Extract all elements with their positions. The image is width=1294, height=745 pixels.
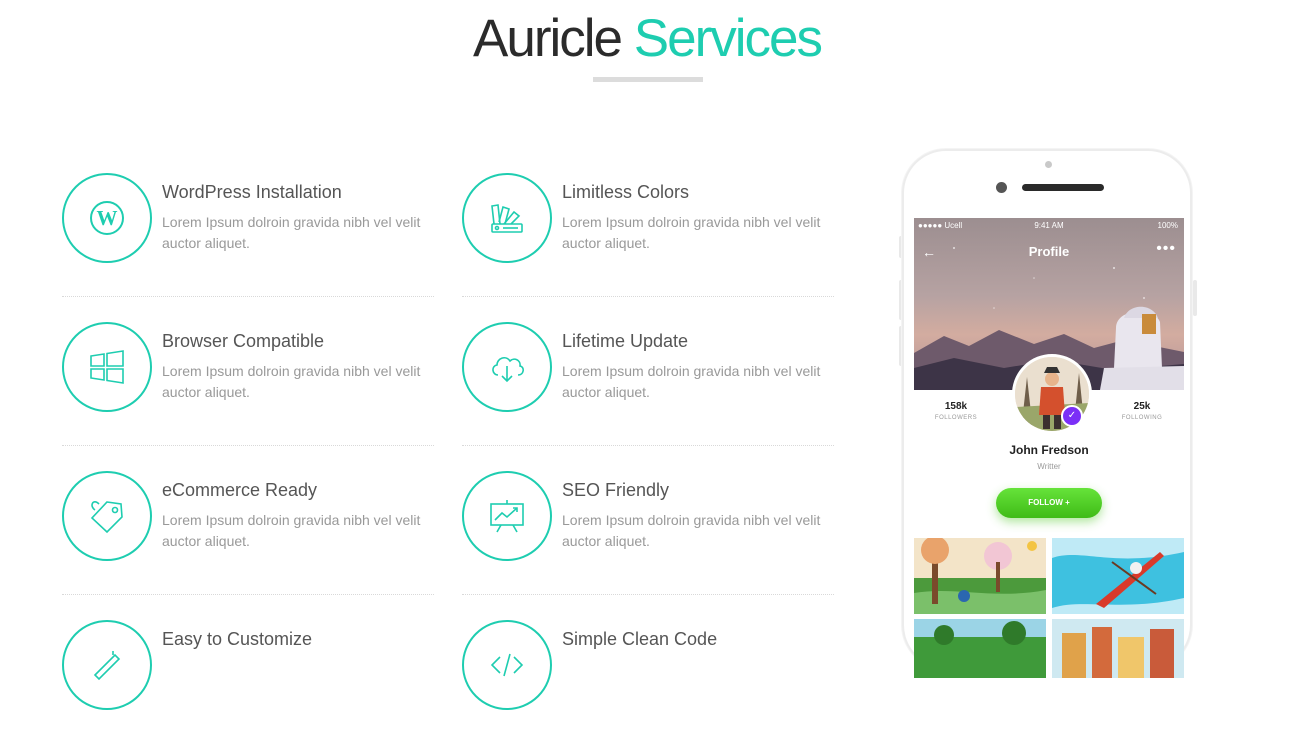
customize-icon [62,620,152,710]
windows-icon [62,322,152,412]
svg-text:W: W [97,206,118,230]
divider [462,445,834,446]
verified-badge-icon: ✓ [1061,405,1083,427]
phone-power-button [1193,280,1197,316]
phone-front-camera [996,182,1007,193]
presentation-chart-icon [462,471,552,561]
phone-sensor [1045,161,1052,168]
profile-nav-bar: ← Profile ••• [914,240,1184,264]
feature-title: Easy to Customize [162,629,313,649]
feature-description: Lorem Ipsum dolroin gravida nibh vel vel… [562,363,821,400]
status-bar: ●●●●● Ucell 9:41 AM 100% [914,218,1184,234]
status-battery: 100% [1157,221,1178,230]
gallery-image-city[interactable] [1052,619,1184,678]
divider [62,594,434,595]
divider [462,594,834,595]
feature-title: SEO Friendly [562,480,670,500]
following-label: FOLLOWING [1121,415,1163,421]
feature-description: Lorem Ipsum dolroin gravida nibh vel vel… [562,512,821,549]
feature-seo-friendly: SEO Friendly Lorem Ipsum dolroin gravida… [462,447,834,596]
cloud-download-icon [462,322,552,412]
feature-limitless-colors: Limitless Colors Lorem Ipsum dolroin gra… [462,149,834,298]
feature-lifetime-update: Lifetime Update Lorem Ipsum dolroin grav… [462,298,834,447]
feature-description: Lorem Ipsum dolroin gravida nibh vel vel… [162,214,421,251]
color-swatch-icon [462,173,552,263]
feature-description: Lorem Ipsum dolroin gravida nibh vel vel… [562,214,821,251]
following-count: 25k [1133,401,1151,412]
followers-count: 158k [944,401,968,412]
followers-label: FOLLOWERS [934,415,978,421]
section-title: Auricle Services [0,8,1294,70]
status-time: 9:41 AM [1034,221,1064,230]
gallery-image-kayak[interactable] [1052,538,1184,614]
follow-button[interactable]: FOLLOW + [996,488,1102,518]
divider [62,296,434,297]
feature-wordpress-installation: W WordPress Installation Lorem Ipsum dol… [62,149,434,298]
wordpress-icon: W [62,173,152,263]
feature-title: WordPress Installation [162,182,342,202]
profile-name: John Fredson [1009,443,1089,457]
phone-screen: ●●●●● Ucell 9:41 AM 100% ← Profile ••• ✓ [914,218,1184,678]
title-word-services: Services [633,9,823,68]
feature-ecommerce-ready: eCommerce Ready Lorem Ipsum dolroin grav… [62,447,434,596]
title-word-auricle: Auricle [473,9,623,68]
following-stat[interactable]: 25k FOLLOWING [1112,401,1172,421]
feature-title: Limitless Colors [562,182,690,202]
feature-easy-to-customize: Easy to Customize [62,596,434,745]
code-icon [462,620,552,710]
divider [62,445,434,446]
divider [462,296,834,297]
feature-simple-clean-code: Simple Clean Code [462,596,834,745]
phone-speaker [1022,184,1104,191]
feature-title: Lifetime Update [562,331,689,351]
feature-browser-compatible: Browser Compatible Lorem Ipsum dolroin g… [62,298,434,447]
feature-title: eCommerce Ready [162,480,318,500]
feature-description: Lorem Ipsum dolroin gravida nibh vel vel… [162,512,421,549]
followers-stat[interactable]: 158k FOLLOWERS [926,401,986,421]
phone-mockup: ●●●●● Ucell 9:41 AM 100% ← Profile ••• ✓ [902,149,1192,678]
title-underline [593,77,703,82]
feature-description: Lorem Ipsum dolroin gravida nibh vel vel… [162,363,421,400]
more-options-icon[interactable]: ••• [1156,240,1176,258]
profile-role: Writter [1037,462,1061,471]
gallery-image-town[interactable] [914,619,1046,678]
feature-title: Browser Compatible [162,331,325,351]
gallery-image-park[interactable] [914,538,1046,614]
price-tag-icon [62,471,152,561]
screen-title: Profile [1028,244,1070,259]
feature-title: Simple Clean Code [562,629,718,649]
